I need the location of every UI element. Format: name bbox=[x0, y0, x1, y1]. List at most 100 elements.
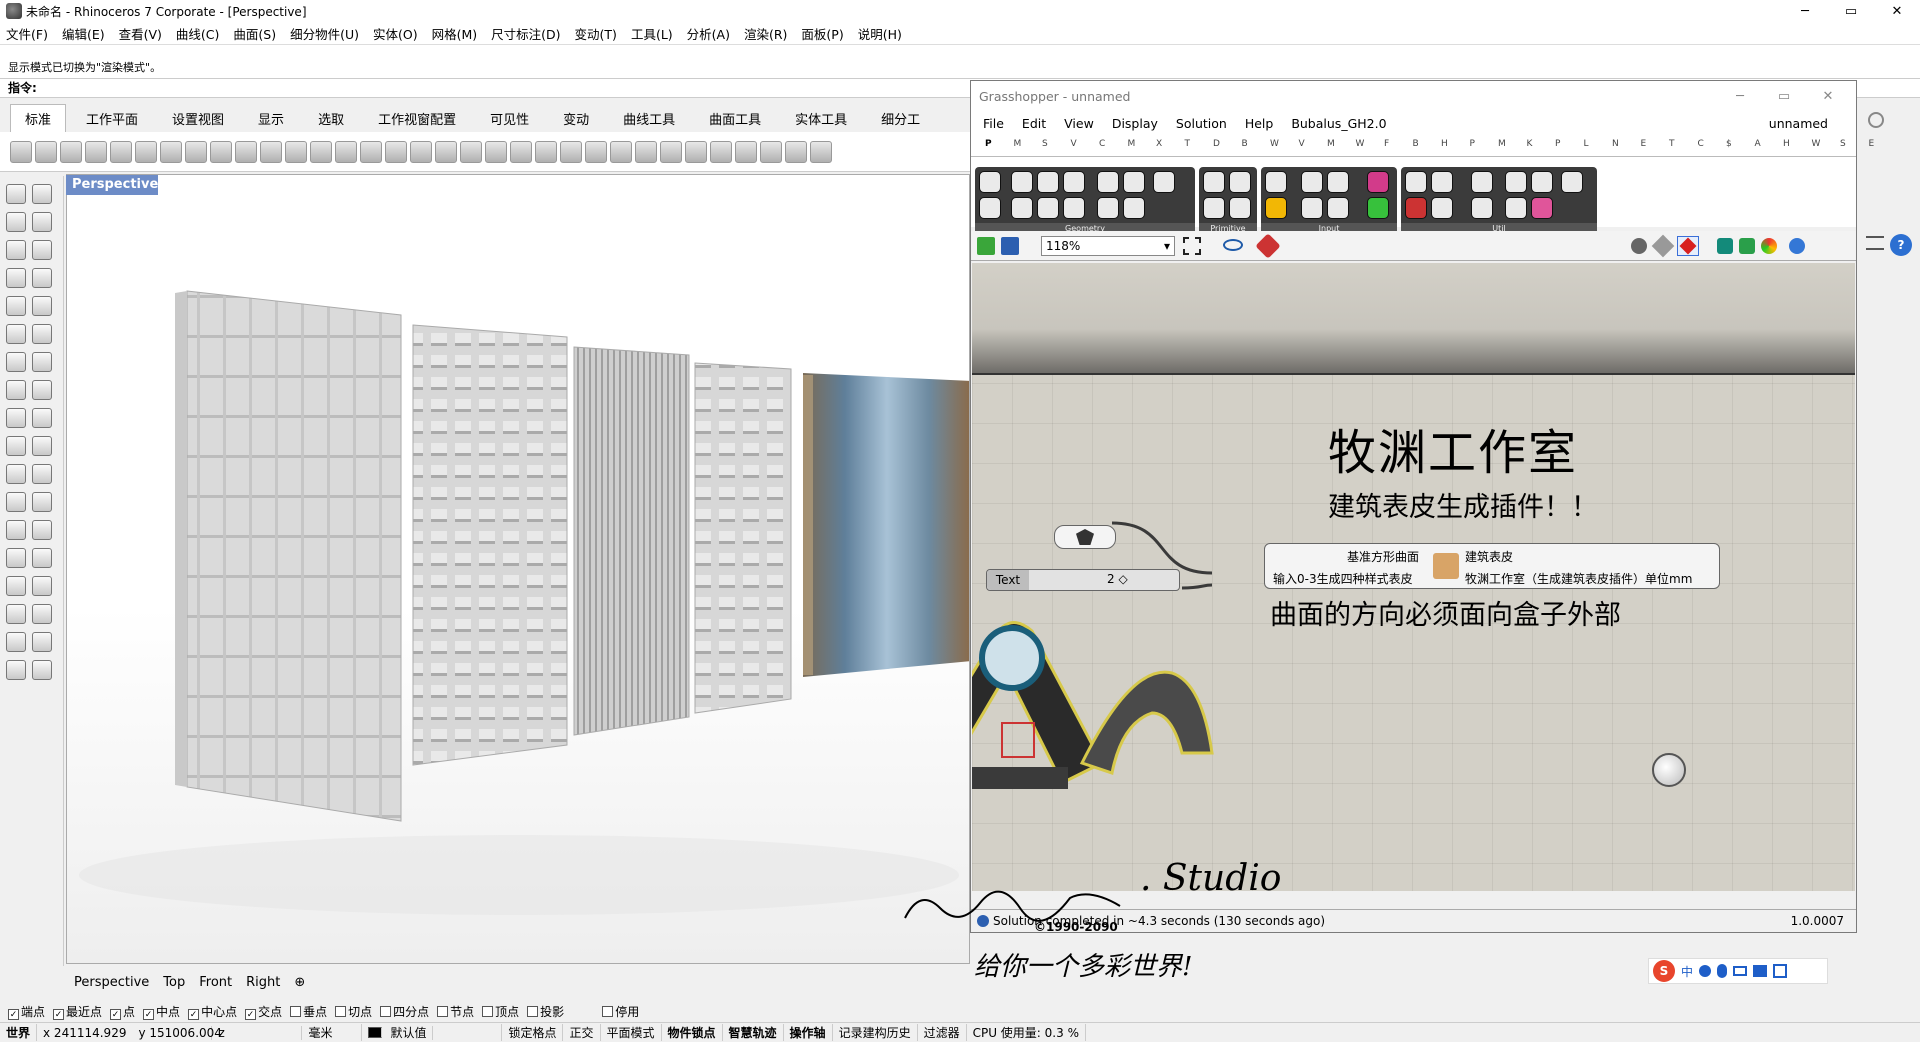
gh-tab-30[interactable]: S bbox=[1840, 139, 1846, 149]
menu-edit[interactable]: 编辑(E) bbox=[62, 24, 105, 43]
vptab-perspective[interactable]: Perspective bbox=[74, 975, 149, 990]
osnap-checkbox[interactable] bbox=[437, 1005, 449, 1017]
osnap-checkbox[interactable]: ✓ bbox=[245, 1008, 257, 1020]
param-icon-10[interactable] bbox=[1037, 197, 1059, 219]
osnap-12[interactable]: 停用 bbox=[602, 1003, 639, 1020]
tab-subd-tools[interactable]: 细分工 bbox=[867, 105, 934, 132]
curve-icon[interactable] bbox=[32, 212, 52, 232]
select-arrow-icon[interactable] bbox=[6, 184, 26, 204]
tab-solid-tools[interactable]: 实体工具 bbox=[781, 105, 861, 132]
color-wheel-icon[interactable] bbox=[610, 140, 632, 163]
gh-menu-bubalus[interactable]: Bubalus_GH2.0 bbox=[1291, 116, 1386, 131]
input-icon-1[interactable] bbox=[1265, 171, 1287, 193]
gh-maximize-button[interactable]: ▭ bbox=[1762, 85, 1806, 107]
gh-tab-13[interactable]: W bbox=[1356, 139, 1365, 149]
gh-tab-7[interactable]: T bbox=[1185, 139, 1191, 149]
tab-set-view[interactable]: 设置视图 bbox=[158, 105, 238, 132]
param-icon-11[interactable] bbox=[1063, 197, 1085, 219]
navigation-ball-icon[interactable] bbox=[1652, 753, 1686, 787]
ime-punct-icon[interactable] bbox=[1699, 965, 1712, 977]
move-icon[interactable] bbox=[260, 140, 282, 163]
input-icon-8[interactable] bbox=[1367, 197, 1389, 219]
scale-icon[interactable] bbox=[32, 492, 52, 512]
tab-curve-tools[interactable]: 曲线工具 bbox=[609, 105, 689, 132]
param-icon-12[interactable] bbox=[1097, 197, 1119, 219]
pan-hand-icon[interactable] bbox=[235, 140, 257, 163]
paste-icon[interactable] bbox=[185, 140, 207, 163]
brep-param[interactable] bbox=[1054, 525, 1116, 549]
arrow-right-icon[interactable] bbox=[1471, 171, 1493, 193]
gh-tab-8[interactable]: D bbox=[1213, 139, 1220, 149]
color-sphere-icon[interactable] bbox=[1761, 238, 1777, 254]
rotate-view-icon[interactable] bbox=[385, 140, 407, 163]
osnap-checkbox[interactable] bbox=[602, 1005, 614, 1017]
gh-tab-15[interactable]: B bbox=[1413, 139, 1419, 149]
gh-menu-help[interactable]: Help bbox=[1245, 116, 1274, 131]
param-icon-2[interactable] bbox=[1011, 171, 1033, 193]
array-icon[interactable] bbox=[6, 604, 26, 624]
vptab-right[interactable]: Right bbox=[246, 975, 280, 990]
osnap-checkbox[interactable] bbox=[482, 1005, 494, 1017]
surface-icon[interactable] bbox=[6, 324, 26, 344]
cplane-icon[interactable] bbox=[485, 140, 507, 163]
param-icon-3[interactable] bbox=[1037, 171, 1059, 193]
polyline-icon[interactable] bbox=[6, 212, 26, 232]
osnap-checkbox[interactable] bbox=[380, 1005, 392, 1017]
gh-tab-20[interactable]: P bbox=[1555, 139, 1560, 149]
osnap-10[interactable]: 顶点 bbox=[482, 1003, 519, 1020]
gh-tab-22[interactable]: N bbox=[1612, 139, 1619, 149]
grasshopper-icon[interactable] bbox=[785, 140, 807, 163]
input-icon-2[interactable] bbox=[1301, 171, 1323, 193]
status-smarttrack[interactable]: 智慧轨迹 bbox=[723, 1024, 784, 1041]
gh-tab-14[interactable]: F bbox=[1384, 139, 1389, 149]
arrow-right-outline-icon[interactable] bbox=[1471, 197, 1493, 219]
copy-clipboard-icon[interactable] bbox=[110, 140, 132, 163]
text-icon[interactable] bbox=[6, 520, 26, 540]
status-record-history[interactable]: 记录建构历史 bbox=[833, 1024, 918, 1041]
close-button[interactable]: ✕ bbox=[1874, 0, 1920, 22]
ungroup-icon[interactable] bbox=[32, 464, 52, 484]
cut-icon[interactable] bbox=[135, 140, 157, 163]
param-icon-7[interactable] bbox=[1153, 171, 1175, 193]
osnap-checkbox[interactable] bbox=[290, 1005, 302, 1017]
osnap-11[interactable]: 投影 bbox=[527, 1003, 564, 1020]
osnap-7[interactable]: 切点 bbox=[335, 1003, 372, 1020]
primitive-icon-3[interactable] bbox=[1203, 197, 1225, 219]
status-grid-snap[interactable]: 锁定格点 bbox=[502, 1024, 564, 1041]
number-slider[interactable]: Text 2 ◇ bbox=[986, 569, 1180, 591]
osnap-checkbox[interactable]: ✓ bbox=[53, 1008, 65, 1020]
four-view-icon[interactable] bbox=[410, 140, 432, 163]
tab-viewport-layout[interactable]: 工作视窗配置 bbox=[364, 105, 470, 132]
gem-icon[interactable] bbox=[1739, 238, 1755, 254]
light-bulb-icon[interactable] bbox=[535, 140, 557, 163]
fillet-curve-icon[interactable] bbox=[32, 296, 52, 316]
polygon-icon[interactable] bbox=[6, 268, 26, 288]
maximize-button[interactable]: ▭ bbox=[1828, 0, 1874, 22]
gh-menu-solution[interactable]: Solution bbox=[1176, 116, 1227, 131]
input-icon-3[interactable] bbox=[1327, 171, 1349, 193]
gh-menu-file[interactable]: File bbox=[983, 116, 1004, 131]
menu-panels[interactable]: 面板(P) bbox=[801, 24, 843, 43]
menu-dimension[interactable]: 尺寸标注(D) bbox=[491, 24, 560, 43]
gh-close-button[interactable]: ✕ bbox=[1806, 85, 1850, 107]
gh-tab-12[interactable]: M bbox=[1327, 139, 1335, 149]
named-view-icon[interactable] bbox=[510, 140, 532, 163]
zoom-icon[interactable] bbox=[285, 140, 307, 163]
gh-menu-display[interactable]: Display bbox=[1112, 116, 1158, 131]
ime-toolbar[interactable]: S 中 bbox=[1648, 958, 1828, 984]
car-icon[interactable] bbox=[435, 140, 457, 163]
gh-tab-0[interactable]: P bbox=[985, 139, 992, 149]
util-icon-2[interactable] bbox=[1431, 171, 1453, 193]
osnap-3[interactable]: ✓ 中点 bbox=[143, 1003, 180, 1020]
gh-tab-26[interactable]: $ bbox=[1726, 139, 1732, 149]
menu-solid[interactable]: 实体(O) bbox=[373, 24, 418, 43]
vptab-top[interactable]: Top bbox=[163, 975, 185, 990]
menu-curve[interactable]: 曲线(C) bbox=[176, 24, 219, 43]
menu-tools[interactable]: 工具(L) bbox=[631, 24, 673, 43]
menu-lines-icon[interactable] bbox=[1866, 236, 1884, 250]
print-icon[interactable] bbox=[85, 140, 107, 163]
blue-sphere-icon[interactable] bbox=[685, 140, 707, 163]
render-sphere-icon[interactable] bbox=[660, 140, 682, 163]
help-icon[interactable] bbox=[810, 140, 832, 163]
osnap-1[interactable]: ✓ 最近点 bbox=[53, 1003, 102, 1020]
